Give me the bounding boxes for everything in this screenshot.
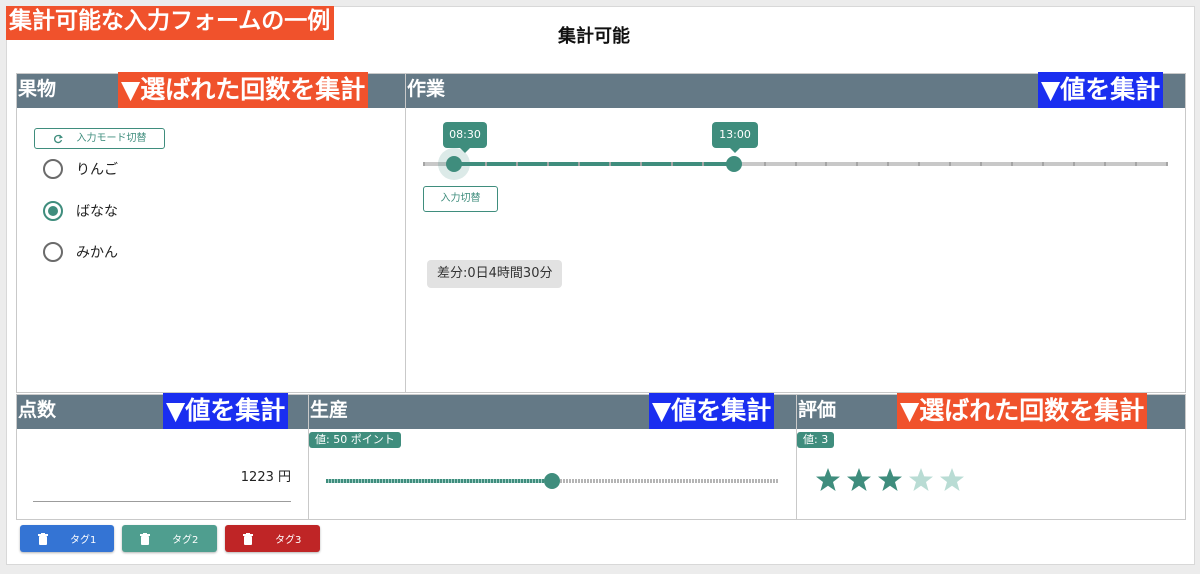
radio-option-apple[interactable]: りんご: [43, 159, 118, 179]
rating-annotation-label: ▼選ばれた回数を集計: [897, 393, 1148, 429]
page-title: 集計可能: [558, 26, 630, 47]
radio-option-mandarin[interactable]: みかん: [43, 242, 118, 262]
slider-tick-mark: [484, 162, 487, 166]
radio-label: ばなな: [76, 204, 118, 220]
slider-tick-mark: [1135, 162, 1138, 166]
slider-tick-mark: [918, 162, 921, 166]
start-time-tooltip: 08:30: [443, 122, 487, 153]
production-annotation-label: ▼値を集計: [649, 393, 775, 429]
slider-tick-mark: [887, 162, 890, 166]
slider-end-thumb[interactable]: [726, 156, 742, 172]
slider-tick-mark: [423, 162, 425, 166]
production-value-badge: 値: 50 ポイント: [309, 432, 401, 448]
fruit-panel-title: 果物: [18, 78, 57, 100]
score-annotation-label: ▼値を集計: [163, 393, 289, 429]
radio-label: りんご: [76, 162, 118, 178]
input-mode-toggle-label: 入力モード切替: [76, 133, 147, 144]
work-panel-title: 作業: [407, 78, 446, 100]
slider-tick-mark: [949, 162, 952, 166]
rating-panel: 評価 ▼選ばれた回数を集計 値: 3: [796, 393, 1186, 520]
radio-option-banana[interactable]: ばなな: [43, 201, 118, 221]
slider-tick-mark: [1166, 162, 1168, 166]
star-filled-icon[interactable]: [877, 467, 903, 493]
slider-tick-mark: [856, 162, 859, 166]
tag-button-label: タグ2: [172, 535, 199, 546]
fruit-panel-header: 果物 ▼選ばれた回数を集計: [17, 72, 405, 108]
input-mode-toggle-button[interactable]: 入力モード切替: [34, 128, 165, 149]
slider-tick-mark: [825, 162, 828, 166]
slider-tick-mark: [794, 162, 797, 166]
radio-label: みかん: [76, 245, 118, 261]
rating-value-badge: 値: 3: [797, 432, 835, 448]
score-panel-header: 点数 ▼値を集計: [17, 393, 308, 429]
tag-button-label: タグ1: [70, 535, 97, 546]
slider-tick-mark: [1042, 162, 1045, 166]
slider-tick-mark: [639, 162, 642, 166]
end-time-tooltip: 13:00: [712, 122, 758, 153]
tag-button-label: タグ3: [275, 535, 302, 546]
rating-panel-title: 評価: [798, 399, 837, 421]
slider-tick-mark: [608, 162, 611, 166]
slider-tick-mark: [670, 162, 673, 166]
fruit-annotation-label: ▼選ばれた回数を集計: [118, 72, 369, 108]
production-panel-title: 生産: [310, 399, 349, 421]
score-panel: 点数 ▼値を集計 1223 円: [16, 393, 309, 520]
slider-fill: [454, 162, 734, 166]
star-empty-icon[interactable]: [908, 467, 934, 493]
tag-button-2[interactable]: タグ2: [122, 525, 217, 552]
slider-tick-mark: [1104, 162, 1107, 166]
refresh-icon: [54, 134, 63, 144]
score-panel-title: 点数: [18, 399, 57, 421]
radio-button[interactable]: [43, 242, 63, 262]
rating-panel-header: 評価 ▼選ばれた回数を集計: [797, 393, 1185, 429]
slider-fill: [326, 479, 552, 483]
main-annotation-label: 集計可能な入力フォームの一例: [6, 6, 335, 40]
trash-icon: [243, 532, 253, 545]
star-empty-icon[interactable]: [939, 467, 965, 493]
radio-button-selected[interactable]: [43, 201, 63, 221]
fruit-panel: 果物 ▼選ばれた回数を集計 入力モード切替 りんご ばなな みかん: [16, 72, 406, 393]
time-difference-chip: 差分:0日4時間30分: [427, 260, 563, 288]
work-panel-header: 作業 ▼値を集計: [406, 72, 1185, 108]
trash-icon: [38, 532, 48, 545]
slider-tick-mark: [1011, 162, 1014, 166]
slider-start-thumb[interactable]: [446, 156, 462, 172]
production-panel-header: 生産 ▼値を集計: [309, 393, 796, 429]
star-filled-icon[interactable]: [815, 467, 841, 493]
slider-tick-mark: [701, 162, 704, 166]
star-filled-icon[interactable]: [846, 467, 872, 493]
slider-tick-mark: [763, 162, 766, 166]
score-input-underline: [33, 501, 291, 502]
slider-tick-mark: [1073, 162, 1076, 166]
trash-icon: [140, 532, 150, 545]
tag-button-1[interactable]: タグ1: [20, 525, 114, 552]
slider-tick-mark: [577, 162, 580, 166]
work-panel: 作業 ▼値を集計 08:30 13:00 入力切替 差分:0日4時間30分: [405, 72, 1186, 393]
slider-tick-mark: [546, 162, 549, 166]
work-annotation-label: ▼値を集計: [1038, 72, 1164, 108]
radio-button[interactable]: [43, 159, 63, 179]
slider-thumb[interactable]: [544, 473, 560, 489]
tag-button-3[interactable]: タグ3: [225, 525, 320, 552]
slider-tick-mark: [515, 162, 518, 166]
score-value-field[interactable]: 1223 円: [241, 466, 291, 485]
input-switch-button[interactable]: 入力切替: [423, 186, 498, 212]
production-panel: 生産 ▼値を集計 値: 50 ポイント: [308, 393, 797, 520]
slider-tick-mark: [980, 162, 983, 166]
